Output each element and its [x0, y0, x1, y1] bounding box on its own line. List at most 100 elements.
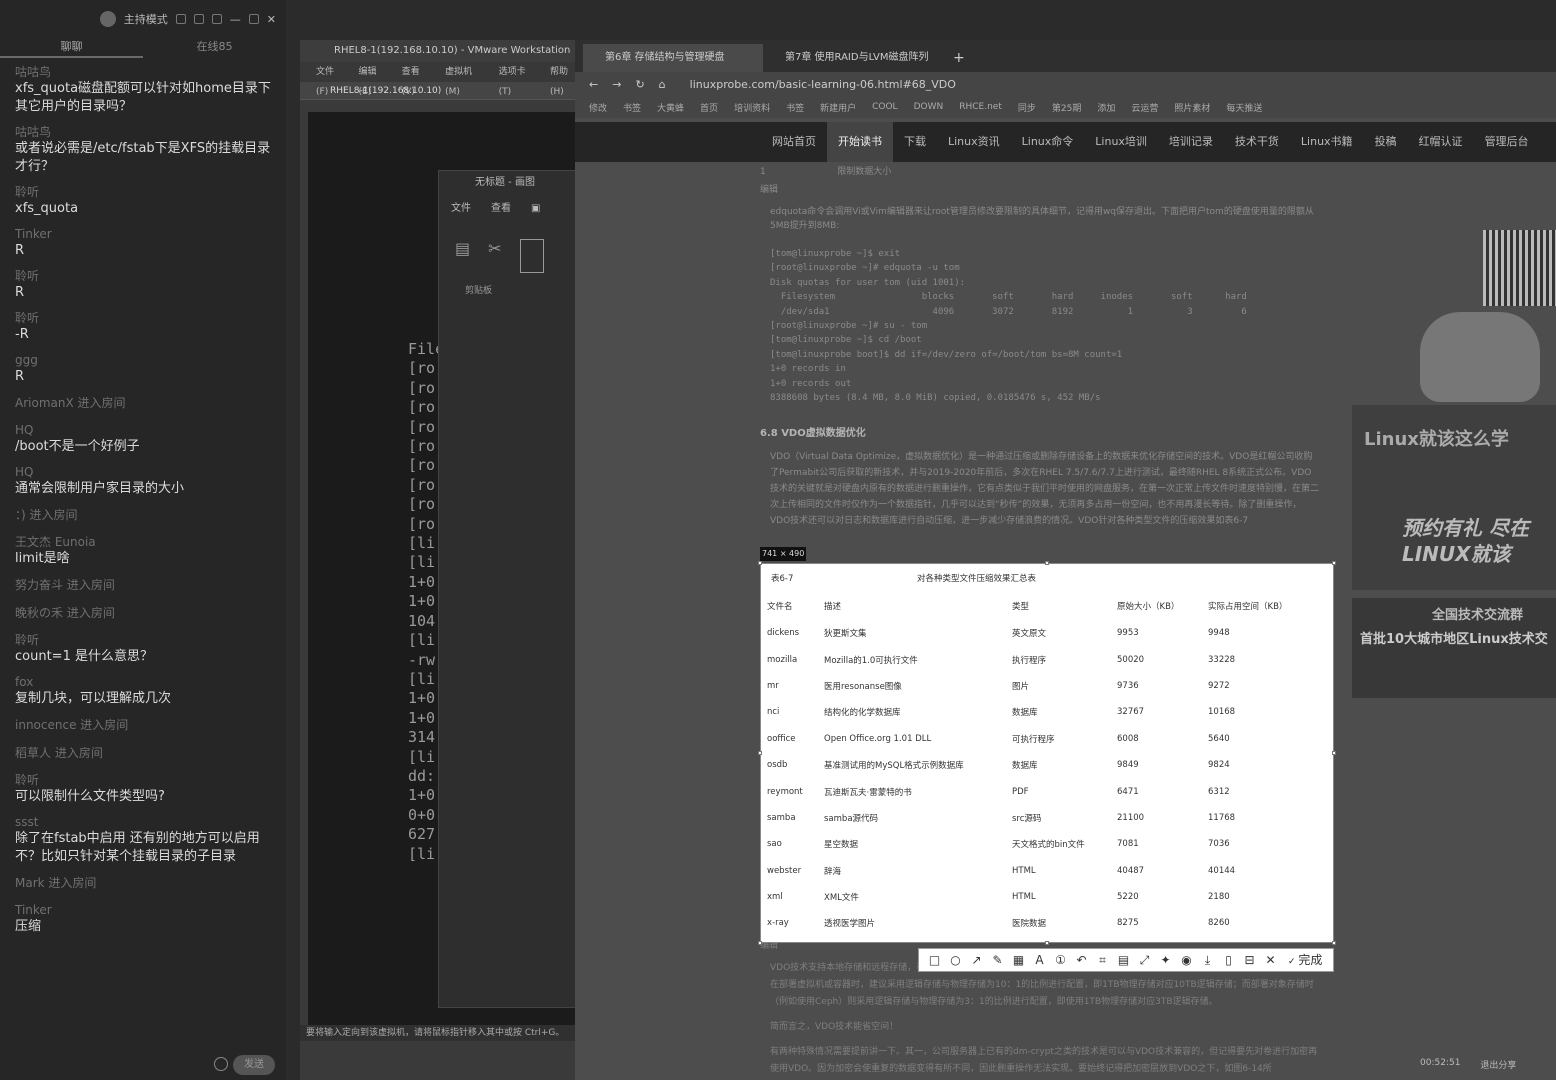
bookmark-item[interactable]: 书签: [786, 101, 804, 114]
message-user: 聆听: [15, 311, 40, 325]
bookmark-item[interactable]: 添加: [1097, 101, 1115, 114]
emoji-icon[interactable]: [214, 1057, 228, 1071]
nav-item[interactable]: 网站首页: [761, 122, 827, 162]
menu-vm[interactable]: 虚拟机(M): [445, 62, 485, 97]
forward-icon[interactable]: →: [612, 78, 621, 91]
send-button[interactable]: 发送: [233, 1055, 275, 1075]
nav-item[interactable]: Linux培训: [1084, 122, 1158, 162]
col-header: 原始大小（KB）: [1117, 602, 1180, 612]
bookmark-item[interactable]: 首页: [700, 101, 718, 114]
nav-item[interactable]: Linux资讯: [937, 122, 1011, 162]
menu-file[interactable]: 文件(F): [316, 62, 345, 97]
download-icon[interactable]: ⤓: [1198, 951, 1217, 969]
bookmark-item[interactable]: 同步: [1018, 101, 1036, 114]
reload-icon[interactable]: ↻: [635, 78, 644, 91]
nav-item[interactable]: 下载: [893, 122, 937, 162]
phone-icon[interactable]: ▯: [1219, 951, 1238, 969]
bookmark-icon[interactable]: ⊟: [1240, 951, 1259, 969]
nav-item[interactable]: 红帽认证: [1408, 122, 1474, 162]
mosaic-icon[interactable]: ▦: [1009, 951, 1028, 969]
bookmark-item[interactable]: 培训资料: [734, 101, 770, 114]
rectangle-icon[interactable]: □: [925, 951, 944, 969]
bookmarks-bar: 修改 书签 大黄蜂 首页 培训资料 书签 新建用户 COOL DOWN RHCE.net 同步 第25…: [575, 96, 1556, 118]
nav-item[interactable]: 投稿: [1364, 122, 1408, 162]
pen-icon[interactable]: ✎: [988, 951, 1007, 969]
table-cell: PDF: [1012, 786, 1029, 797]
tab-online[interactable]: 在线85: [143, 38, 286, 58]
table-cell: Open Office.org 1.01 DLL: [824, 733, 932, 744]
message-text: count=1 是什么意思？: [15, 649, 153, 664]
bookmark-item[interactable]: 修改: [589, 101, 607, 114]
undo-icon[interactable]: ↶: [1072, 951, 1091, 969]
minimize-icon[interactable]: —: [230, 13, 241, 26]
bookmark-item[interactable]: 云运营: [1131, 101, 1158, 114]
stop-share-button[interactable]: 退出分享: [1480, 1058, 1516, 1071]
back-icon[interactable]: ←: [589, 78, 598, 91]
menu-view[interactable]: 查看(V): [402, 62, 431, 97]
close-icon[interactable]: ✕: [267, 13, 276, 26]
bookmark-item[interactable]: RHCE.net: [959, 102, 1002, 112]
message-text: limit是啥: [15, 551, 70, 566]
popout-icon[interactable]: [193, 14, 204, 24]
record-icon[interactable]: ◉: [1177, 951, 1196, 969]
select-icon[interactable]: [519, 239, 544, 273]
bookmark-item[interactable]: 每天推送: [1226, 101, 1262, 114]
ellipse-icon[interactable]: ○: [946, 951, 965, 969]
table-cell: 狄更斯文集: [824, 629, 867, 640]
bookmark-item[interactable]: 第25期: [1052, 101, 1081, 114]
ad-banner-group[interactable]: 全国技术交流群 首批10大城市地区Linux技术交: [1352, 598, 1556, 698]
table-cell: 9272: [1208, 680, 1230, 691]
ad-banner[interactable]: Linux就该这么学 预约有礼 尽在LINUX就该: [1352, 405, 1556, 590]
browser-tab-2[interactable]: 第7章 使用RAID与LVM磁盘阵列: [763, 44, 943, 72]
ocr-icon[interactable]: ▤: [1114, 951, 1133, 969]
nav-item[interactable]: 开始读书: [827, 122, 893, 162]
nav-item[interactable]: 管理后台: [1474, 122, 1540, 162]
menu-edit[interactable]: 编辑(E): [359, 62, 388, 97]
maximize-icon[interactable]: [248, 14, 259, 24]
expand-icon[interactable]: ⤢: [1135, 951, 1154, 969]
bookmark-item[interactable]: 新建用户: [820, 101, 856, 114]
url-bar[interactable]: linuxprobe.com/basic-learning-06.html#68…: [690, 78, 956, 91]
menu-icon[interactable]: [211, 14, 222, 24]
home-icon[interactable]: ⌂: [659, 78, 666, 91]
number-icon[interactable]: ①: [1051, 951, 1070, 969]
paint-title: 无标题 - 画图: [475, 177, 535, 188]
chat-message: ssst 除了在fstab中启用 还有别的地方可以启用不？比如只针对某个挂载目录的…: [15, 814, 271, 866]
done-button[interactable]: ✓ 完成: [1288, 951, 1322, 969]
paint-menu-view[interactable]: 查看: [491, 195, 511, 223]
nav-item[interactable]: 培训记录: [1158, 122, 1224, 162]
menu-tabs[interactable]: 选项卡(T): [499, 62, 536, 97]
paint-menu-file[interactable]: 文件: [451, 195, 471, 223]
table-cell: 基准测试用的MySQL格式示例数据库: [824, 761, 964, 772]
bookmark-item[interactable]: DOWN: [914, 102, 944, 112]
paint-window: 无标题 - 画图 文件 查看 ▣ ▤ ✂ 剪贴板: [438, 170, 578, 1008]
vm-tab[interactable]: RHEL8-1(192.168.10.10): [300, 82, 580, 100]
nav-item[interactable]: 技术干货: [1224, 122, 1290, 162]
save-icon[interactable]: ▣: [531, 195, 540, 223]
crop-icon[interactable]: ⌗: [1093, 951, 1112, 969]
arrow-icon[interactable]: ↗: [967, 951, 986, 969]
tab-chat[interactable]: 聊聊: [0, 38, 143, 58]
bookmark-item[interactable]: 照片素材: [1174, 101, 1210, 114]
bookmark-item[interactable]: 书签: [623, 101, 641, 114]
selection-size: 741 × 490: [760, 547, 807, 561]
clipboard-icon[interactable]: ▤: [455, 239, 470, 273]
browser-tab-1[interactable]: 第6章 存储结构与管理硬盘: [583, 44, 763, 72]
cancel-icon[interactable]: ✕: [1261, 951, 1280, 969]
cut-icon[interactable]: ✂: [488, 239, 501, 273]
edit-link[interactable]: 编辑: [760, 183, 1320, 197]
new-tab-icon[interactable]: +: [943, 50, 975, 72]
bookmark-item[interactable]: 大黄蜂: [657, 101, 684, 114]
settings-icon[interactable]: [175, 14, 186, 24]
message-text: R: [15, 369, 25, 384]
pin-icon[interactable]: ✦: [1156, 951, 1175, 969]
bookmark-item[interactable]: COOL: [872, 102, 897, 112]
chat-message: 聆听 可以限制什么文件类型吗?: [15, 772, 271, 806]
text-icon[interactable]: A: [1030, 951, 1049, 969]
table-caption: 对各种类型文件压缩效果汇总表: [917, 574, 1037, 584]
nav-item[interactable]: Linux书籍: [1290, 122, 1364, 162]
nav-item[interactable]: Linux命令: [1011, 122, 1085, 162]
vmware-title: RHEL8-1(192.168.10.10) - VMware Workstat…: [300, 40, 580, 62]
screenshot-selection[interactable]: 表6-7 对各种类型文件压缩效果汇总表 文件名 描述 类型 原始大小（KB） 实…: [760, 563, 1334, 943]
table-row: nci 结构化的化学数据库 数据库 32767 10168: [761, 699, 1333, 725]
